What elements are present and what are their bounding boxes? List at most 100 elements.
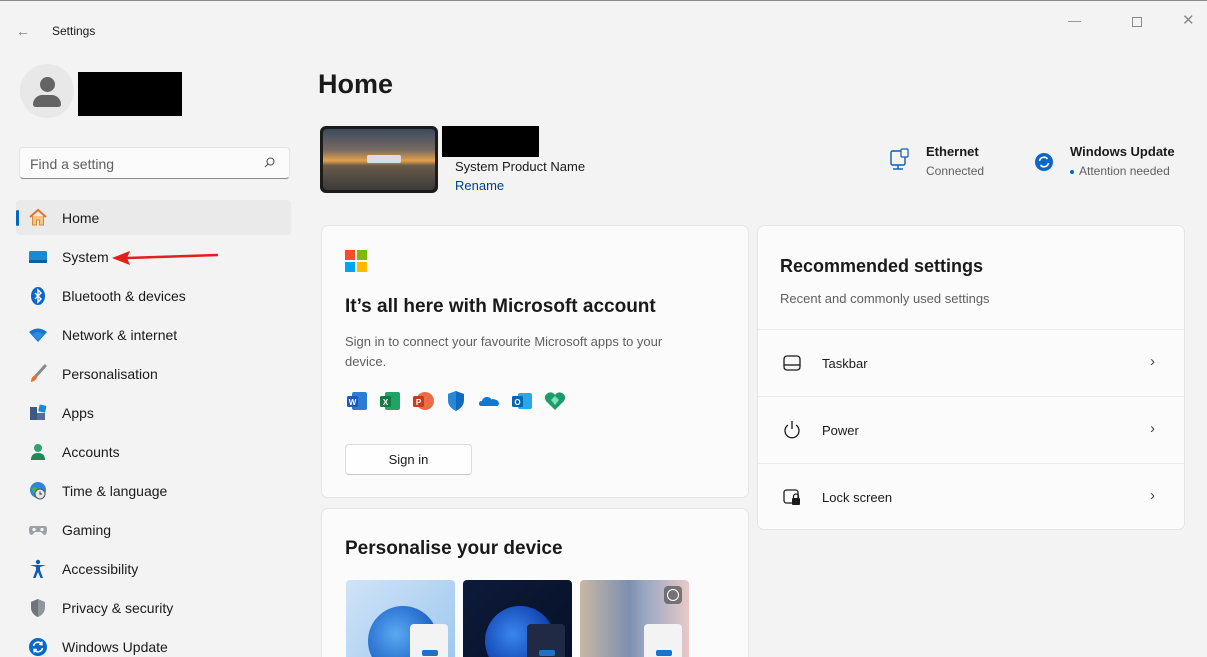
redacted-username: [78, 72, 182, 116]
svg-text:W: W: [349, 398, 357, 407]
theme-window-preview: [644, 624, 682, 657]
windows-update-subtitle-text: Attention needed: [1079, 164, 1170, 178]
personalise-card: Personalise your device: [321, 508, 749, 657]
personalise-title: Personalise your device: [345, 538, 563, 559]
recommended-title: Recommended settings: [780, 256, 984, 276]
apps-icon: [28, 403, 48, 423]
avatar-body: [33, 95, 61, 107]
search-icon[interactable]: [264, 157, 275, 168]
ethernet-subtitle: Connected: [926, 164, 985, 178]
microsoft-logo-icon: [345, 250, 367, 272]
gamepad-icon: [28, 520, 48, 540]
sidebar-item-personalisation[interactable]: Personalisation: [16, 356, 291, 391]
microsoft-app-icons: W X P O: [346, 390, 566, 414]
sidebar-item-accessibility[interactable]: Accessibility: [16, 551, 291, 586]
sidebar-item-time-language[interactable]: Time & language: [16, 473, 291, 508]
avatar[interactable]: [20, 64, 74, 118]
sidebar-item-label: Gaming: [62, 522, 112, 538]
theme-window-preview: [410, 624, 448, 657]
excel-icon: X: [380, 392, 400, 410]
windows-update-icon: [1035, 153, 1053, 171]
sidebar-item-label: Personalisation: [62, 366, 158, 382]
theme-window-preview: [527, 624, 565, 657]
sidebar-item-label: Time & language: [62, 483, 168, 499]
sidebar-item-privacy[interactable]: Privacy & security: [16, 590, 291, 625]
sidebar-item-label: Accounts: [62, 444, 120, 460]
chevron-right-icon: ›: [1150, 353, 1155, 370]
spotlight-theme[interactable]: [580, 580, 689, 657]
sign-in-button[interactable]: Sign in: [345, 444, 472, 475]
maximize-button[interactable]: [1132, 17, 1142, 27]
bluetooth-icon: [28, 286, 48, 306]
minimize-button[interactable]: —: [1068, 14, 1081, 28]
power-icon: [784, 421, 800, 439]
sidebar-item-apps[interactable]: Apps: [16, 395, 291, 430]
spotlight-camera-icon: [664, 586, 682, 604]
recommended-subtitle: Recent and commonly used settings: [780, 291, 990, 306]
attention-dot: [1070, 169, 1074, 174]
dark-bloom-theme[interactable]: [463, 580, 572, 657]
search-box[interactable]: [19, 147, 290, 179]
avatar-head: [40, 77, 55, 92]
home-icon: [28, 208, 48, 228]
recommended-item-power[interactable]: Power ›: [758, 396, 1184, 462]
word-icon: W: [347, 392, 367, 410]
sidebar-item-windows-update[interactable]: Windows Update: [16, 629, 291, 657]
sidebar-item-label: Privacy & security: [62, 600, 174, 616]
microsoft-account-description: Sign in to connect your favourite Micros…: [345, 334, 663, 369]
microsoft-account-card: It’s all here with Microsoft account Sig…: [321, 225, 749, 498]
ethernet-icon: [890, 148, 909, 170]
selection-indicator: [16, 210, 19, 226]
ethernet-title: Ethernet: [926, 144, 979, 159]
light-bloom-theme[interactable]: [346, 580, 455, 657]
accounts-icon: [28, 442, 48, 462]
chevron-right-icon: ›: [1150, 420, 1155, 437]
svg-text:P: P: [416, 398, 422, 407]
back-button[interactable]: ←: [16, 24, 30, 38]
windows-update-title: Windows Update: [1070, 144, 1175, 159]
device-wallpaper-thumbnail[interactable]: [320, 126, 438, 193]
sidebar-item-bluetooth[interactable]: Bluetooth & devices: [16, 278, 291, 313]
sidebar-item-home[interactable]: Home: [16, 200, 291, 235]
device-model: System Product Name: [455, 159, 586, 174]
sidebar-item-label: Accessibility: [62, 561, 139, 577]
title-bar: ← Settings — ✕: [0, 0, 1207, 40]
redacted-device-name: [442, 126, 539, 157]
wifi-icon: [28, 325, 48, 345]
sidebar-item-label: Home: [62, 210, 100, 226]
search-input[interactable]: [30, 155, 260, 173]
sidebar-item-network[interactable]: Network & internet: [16, 317, 291, 352]
windows-update-icon: [28, 637, 48, 657]
outlook-icon: O: [512, 393, 532, 409]
accessibility-icon: [28, 559, 48, 579]
sidebar-item-gaming[interactable]: Gaming: [16, 512, 291, 547]
sidebar-item-accounts[interactable]: Accounts: [16, 434, 291, 469]
brush-icon: [28, 364, 48, 384]
sidebar-item-label: Network & internet: [62, 327, 178, 343]
taskbar-icon: [783, 355, 801, 371]
sidebar-item-label: Apps: [62, 405, 94, 421]
windows-update-subtitle: Attention needed: [1070, 164, 1170, 178]
shield-icon: [28, 598, 48, 618]
svg-text:X: X: [383, 398, 389, 407]
recommended-item-label: Lock screen: [822, 490, 893, 505]
sidebar-item-label: System: [62, 249, 109, 265]
chevron-right-icon: ›: [1150, 487, 1155, 504]
onedrive-icon: [479, 397, 499, 406]
window-title: Settings: [52, 24, 96, 38]
family-safety-icon: [544, 392, 566, 410]
recommended-item-label: Taskbar: [822, 356, 868, 371]
microsoft-account-title: It’s all here with Microsoft account: [345, 296, 656, 317]
defender-icon: [448, 391, 464, 411]
lock-screen-icon: [783, 489, 800, 505]
sidebar-item-label: Windows Update: [62, 639, 168, 655]
close-button[interactable]: ✕: [1182, 13, 1195, 28]
sidebar-item-label: Bluetooth & devices: [62, 288, 186, 304]
globe-clock-icon: [28, 481, 48, 501]
powerpoint-icon: P: [413, 392, 434, 410]
page-title: Home: [318, 69, 394, 99]
sidebar-nav: Home System Bluetooth & devices Network …: [16, 200, 291, 657]
rename-link[interactable]: Rename: [455, 178, 504, 193]
recommended-item-taskbar[interactable]: Taskbar ›: [758, 329, 1184, 395]
recommended-item-lock-screen[interactable]: Lock screen ›: [758, 463, 1184, 529]
